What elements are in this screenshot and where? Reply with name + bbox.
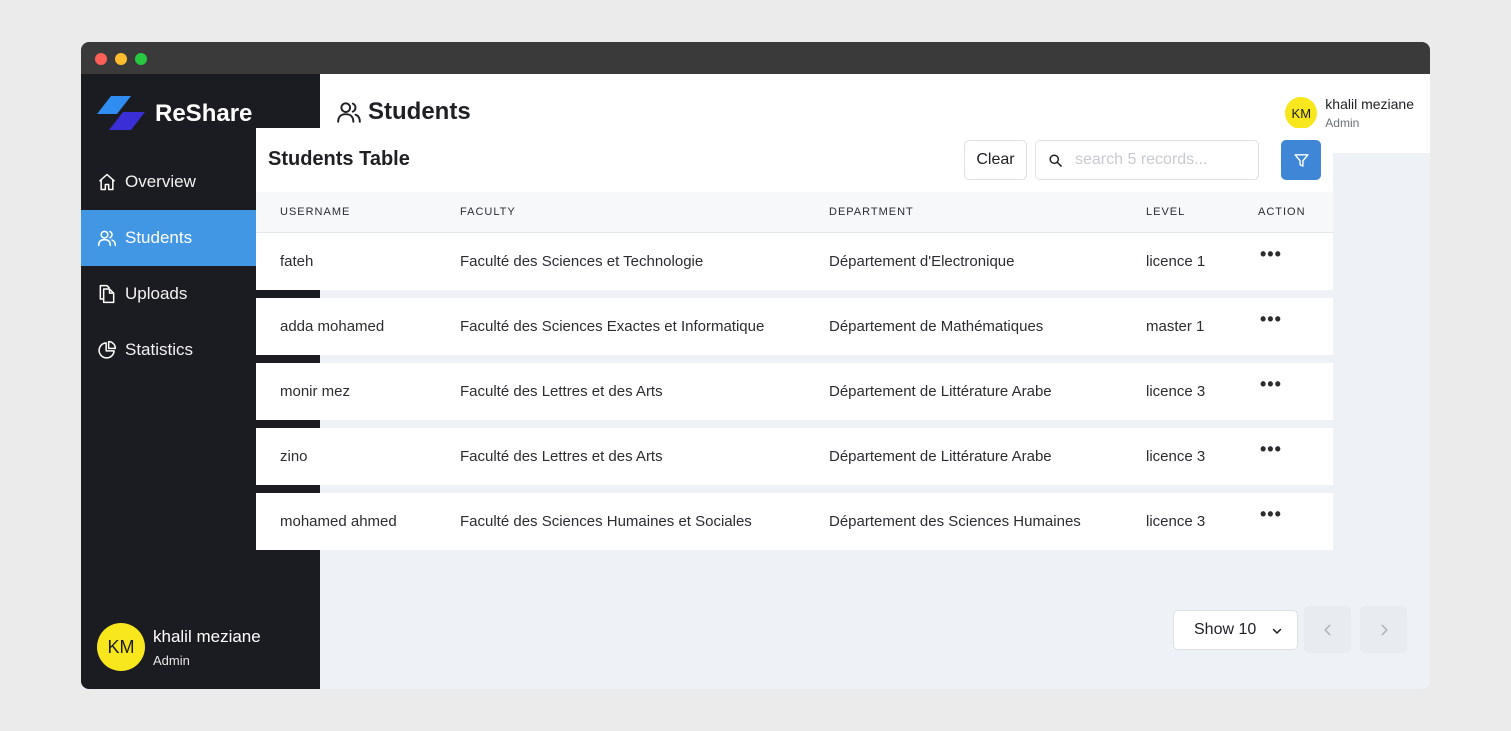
cell-faculty: Faculté des Sciences et Technologie (460, 253, 704, 270)
previous-page-button[interactable] (1304, 606, 1351, 653)
cell-faculty: Faculté des Lettres et des Arts (460, 383, 663, 400)
maximize-window-button[interactable] (135, 53, 147, 65)
row-actions-menu-icon[interactable]: ••• (1258, 374, 1282, 395)
column-header-faculty[interactable]: FACULTY (460, 192, 516, 232)
avatar: KM (97, 623, 145, 671)
table-toolbar: Students Table Clear (256, 128, 1333, 192)
pie-chart-icon (98, 340, 117, 359)
cell-username: monir mez (280, 383, 351, 400)
cell-username: zino (280, 448, 308, 465)
users-icon (97, 230, 117, 247)
column-header-level[interactable]: LEVEL (1146, 192, 1185, 232)
page-title-text: Students (368, 98, 471, 125)
table-title: Students Table (268, 148, 410, 170)
sidebar-item-label: Statistics (125, 340, 194, 359)
cell-level: licence 3 (1146, 383, 1206, 400)
next-page-button[interactable] (1360, 606, 1407, 653)
table-row[interactable]: zino Faculté des Lettres et des Arts Dép… (256, 428, 1333, 485)
table-row[interactable]: adda mohamed Faculté des Sciences Exacte… (256, 298, 1333, 355)
sidebar-item-label: Students (125, 228, 193, 247)
user-role: Admin (1325, 116, 1360, 130)
brand-name: ReShare (155, 100, 253, 127)
cell-username: mohamed ahmed (280, 513, 397, 530)
page-size-select[interactable]: Show 10 (1173, 610, 1298, 650)
cell-department: Département de Littérature Arabe (829, 448, 1052, 465)
table-row[interactable]: mohamed ahmed Faculté des Sciences Humai… (256, 493, 1333, 550)
students-table-card: Students Table Clear USERNAME FACULTY DE… (256, 128, 1333, 558)
cell-department: Département des Sciences Humaines (829, 513, 1081, 530)
cell-department: Département de Littérature Arabe (829, 383, 1052, 400)
cell-level: licence 3 (1146, 448, 1206, 465)
column-header-action: ACTION (1258, 206, 1306, 218)
page-size-label: Show 10 (1194, 621, 1257, 638)
sidebar-user-profile[interactable]: KM khalil meziane Admin (97, 623, 261, 671)
users-icon (337, 102, 361, 123)
chevron-left-icon (1323, 624, 1330, 635)
cell-faculty: Faculté des Sciences Humaines et Sociale… (460, 513, 752, 530)
search-input[interactable] (1075, 151, 1245, 169)
column-header-department[interactable]: DEPARTMENT (829, 192, 914, 232)
header-user-info: khalil meziane Admin (1325, 96, 1414, 130)
sidebar-item-label: Uploads (125, 284, 188, 303)
sidebar-item-label: Overview (125, 172, 196, 191)
window-titlebar (81, 42, 1430, 74)
search-icon (1049, 153, 1062, 167)
sidebar-user-info: khalil meziane Admin (153, 627, 261, 668)
home-icon (99, 173, 115, 191)
row-actions-menu-icon[interactable]: ••• (1258, 309, 1282, 330)
header-user-profile[interactable]: KM khalil meziane Admin (1285, 96, 1414, 130)
brand[interactable]: ReShare (97, 96, 252, 132)
cell-department: Département d'Electronique (829, 253, 1015, 270)
page-title: Students (336, 98, 471, 126)
column-header-username[interactable]: USERNAME (280, 192, 350, 232)
filter-icon (1293, 153, 1309, 167)
reshare-logo-icon (97, 96, 145, 130)
chevron-down-icon (1272, 628, 1282, 634)
user-role: Admin (153, 652, 190, 668)
table-row[interactable]: monir mez Faculté des Lettres et des Art… (256, 363, 1333, 420)
user-name: khalil meziane (153, 626, 261, 646)
cell-department: Département de Mathématiques (829, 318, 1044, 335)
table-header: USERNAME FACULTY DEPARTMENT LEVEL ACTION (256, 192, 1333, 233)
avatar: KM (1285, 97, 1318, 129)
cell-level: licence 3 (1146, 513, 1206, 530)
chevron-right-icon (1381, 624, 1388, 635)
clear-button[interactable]: Clear (964, 140, 1027, 180)
row-actions-menu-icon[interactable]: ••• (1258, 439, 1282, 460)
cell-faculty: Faculté des Lettres et des Arts (460, 448, 663, 465)
cell-username: adda mohamed (280, 318, 385, 335)
minimize-window-button[interactable] (115, 53, 127, 65)
cell-faculty: Faculté des Sciences Exactes et Informat… (460, 318, 765, 335)
cell-username: fateh (280, 253, 314, 270)
close-window-button[interactable] (95, 53, 107, 65)
cell-level: master 1 (1146, 318, 1205, 335)
row-actions-menu-icon[interactable]: ••• (1258, 244, 1282, 265)
row-actions-menu-icon[interactable]: ••• (1258, 504, 1282, 525)
filter-button[interactable] (1281, 140, 1321, 180)
cell-level: licence 1 (1146, 253, 1206, 270)
table-row[interactable]: fateh Faculté des Sciences et Technologi… (256, 233, 1333, 290)
files-icon (99, 284, 115, 304)
search-box[interactable] (1035, 140, 1259, 180)
user-name: khalil meziane (1325, 96, 1414, 112)
